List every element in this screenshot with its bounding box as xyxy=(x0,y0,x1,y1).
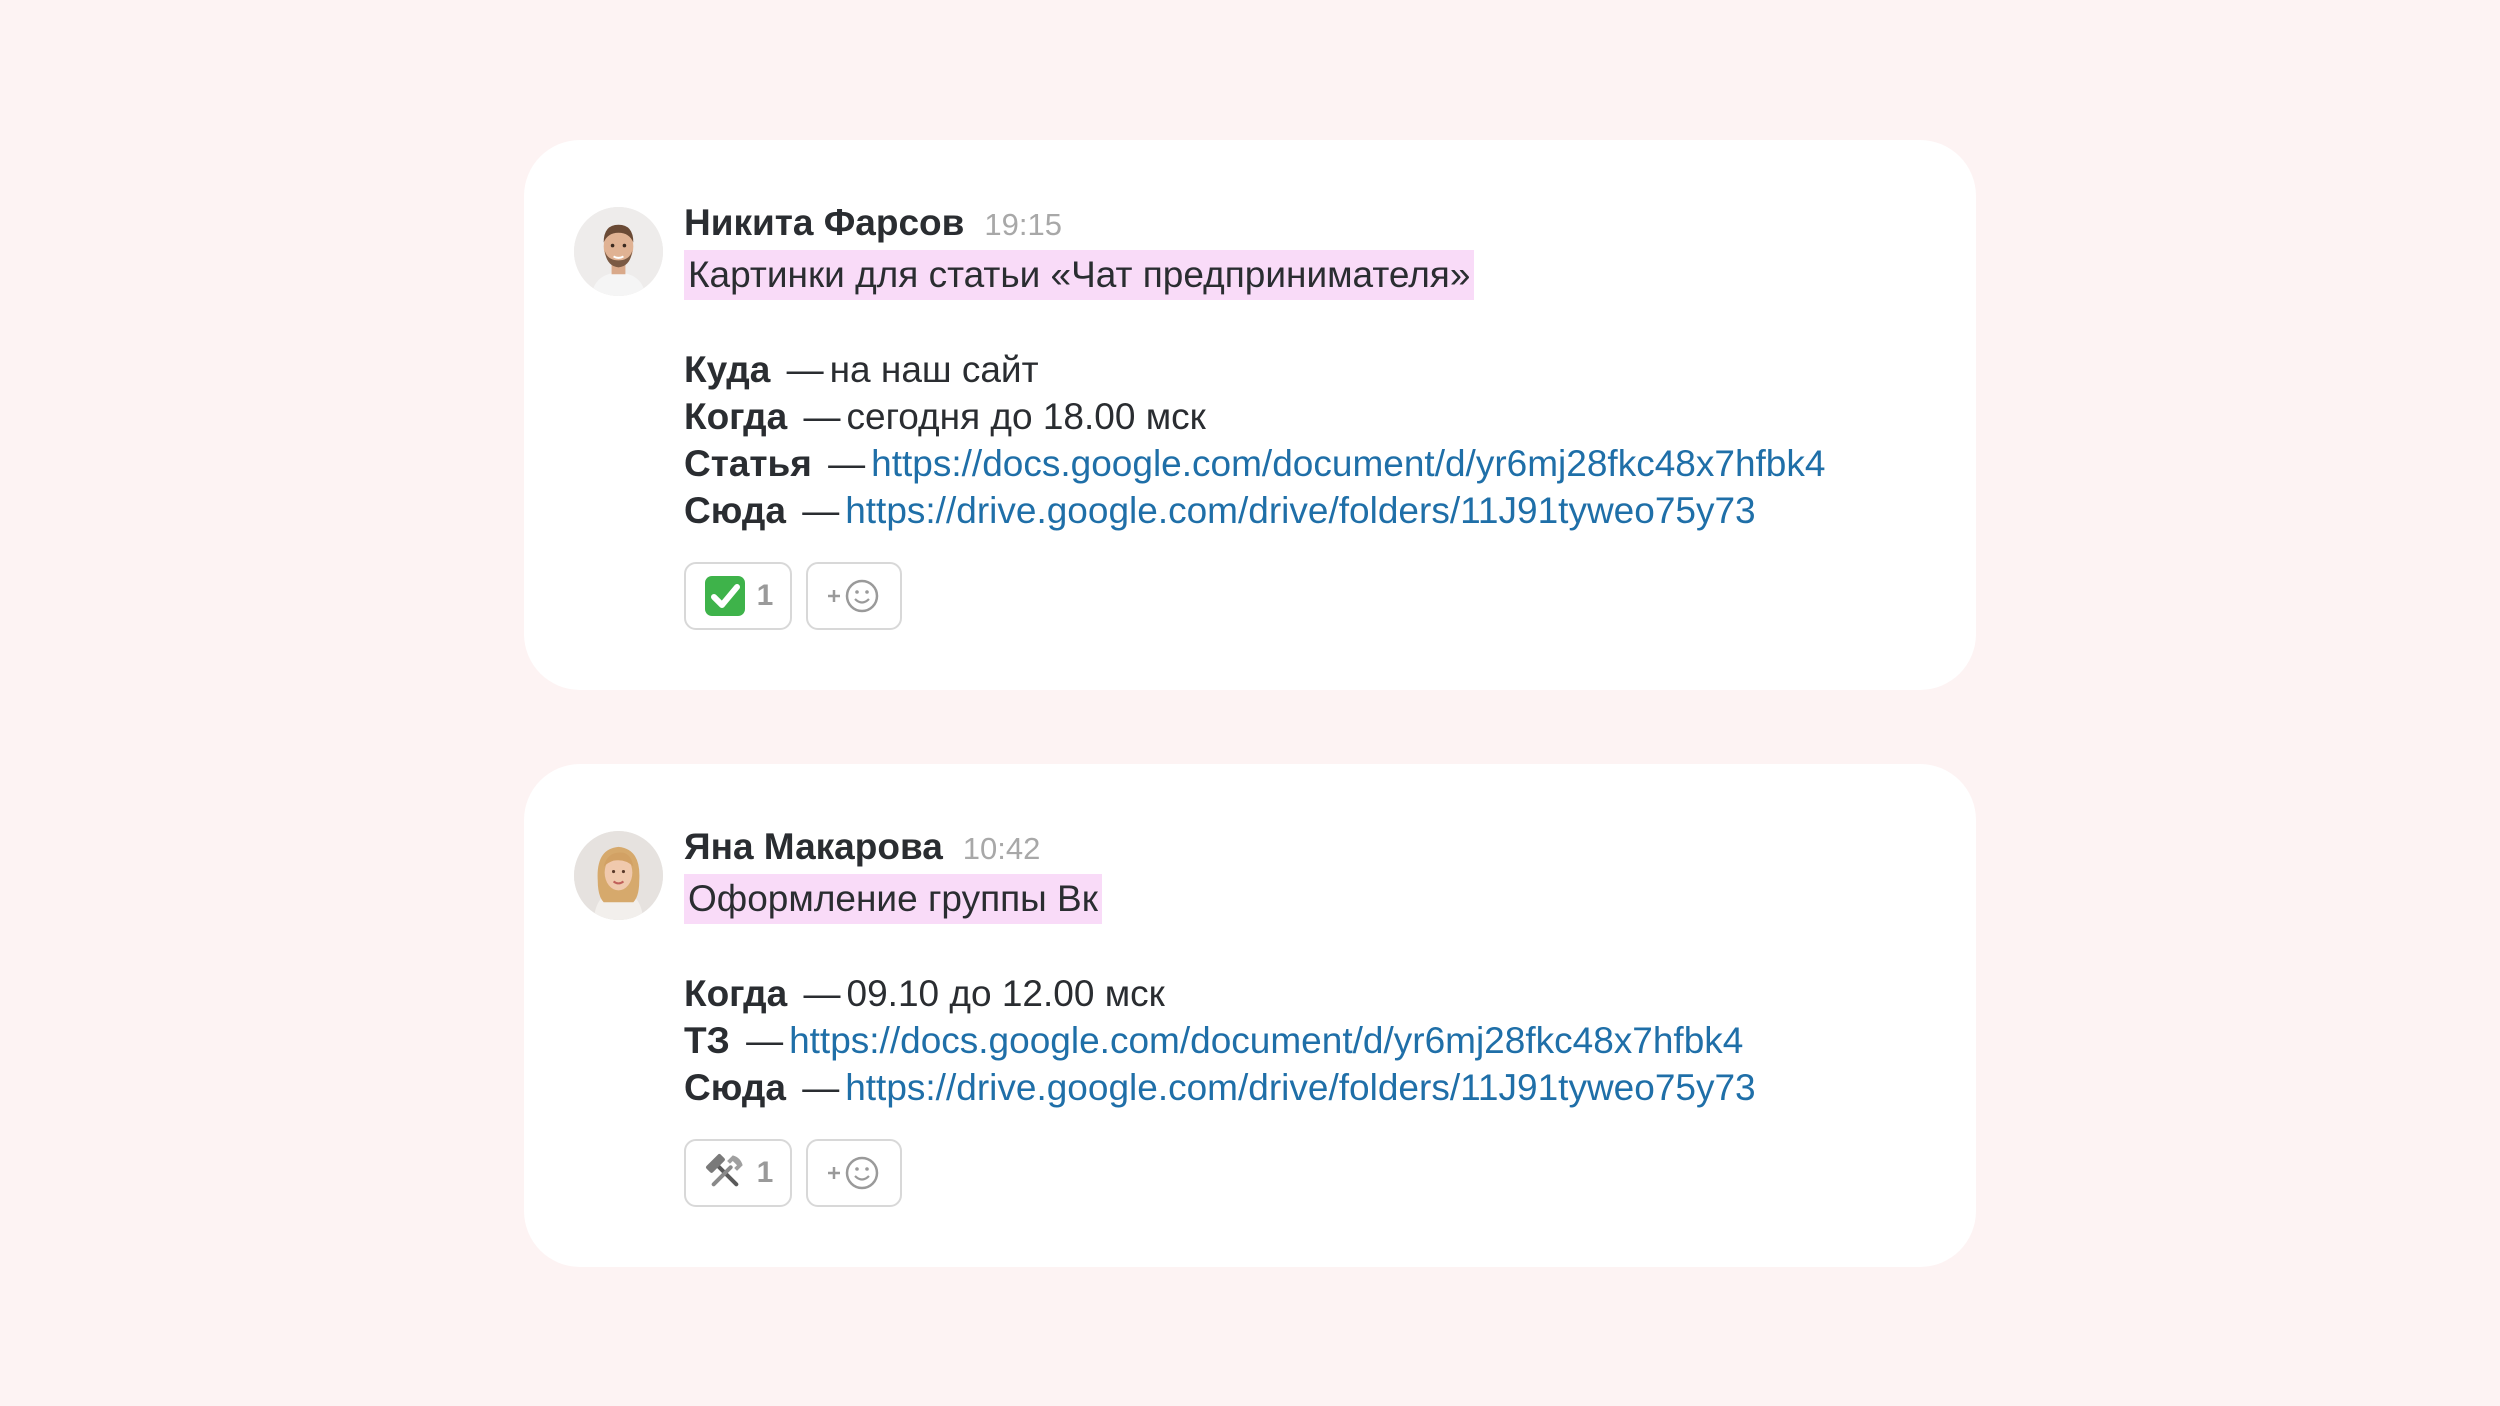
detail-value: сегодня до 18.00 мск xyxy=(846,396,1206,437)
message-time[interactable]: 10:42 xyxy=(963,831,1041,867)
detail-value: 09.10 до 12.00 мск xyxy=(846,973,1165,1014)
message-time[interactable]: 19:15 xyxy=(984,207,1062,243)
author-name[interactable]: Никита Фарсов xyxy=(684,202,964,244)
document-link[interactable]: https://docs.google.com/document/d/yr6mj… xyxy=(789,1020,1743,1061)
reaction-count: 1 xyxy=(756,1156,774,1189)
avatar[interactable] xyxy=(574,207,663,296)
author-name[interactable]: Яна Макарова xyxy=(684,826,943,868)
detail-line-when: Когда — сегодня до 18.00 мск xyxy=(684,393,1936,440)
separator: — xyxy=(802,1067,840,1108)
message-subject: Картинки для статьи «Чат предпринимателя… xyxy=(684,250,1475,300)
avatar[interactable] xyxy=(574,831,663,920)
reaction-tools-button[interactable]: 1 xyxy=(684,1139,792,1207)
avatar-man-icon xyxy=(574,207,663,296)
detail-line-article: Статья — https://docs.google.com/document… xyxy=(684,440,1936,487)
separator: — xyxy=(803,973,841,1014)
separator: — xyxy=(802,490,840,531)
message-details: Куда — на наш сайт Когда — сегодня до 18.0… xyxy=(684,346,1936,534)
reactions-bar: 1 xyxy=(684,562,1936,630)
separator: — xyxy=(803,396,841,437)
detail-label: Когда xyxy=(684,973,788,1014)
hammer-and-wrench-icon xyxy=(705,1154,743,1187)
message-card: Никита Фарсов 19:15 Картинки для статьи … xyxy=(524,140,1976,690)
folder-link[interactable]: https://drive.google.com/drive/folders/1… xyxy=(845,1067,1755,1108)
avatar-woman-icon xyxy=(574,831,663,920)
reactions-bar: 1 xyxy=(684,1139,1936,1207)
detail-label: Статья xyxy=(684,443,812,484)
detail-label: Сюда xyxy=(684,1067,786,1108)
detail-label: ТЗ xyxy=(684,1020,730,1061)
detail-line-here: Сюда — https://drive.google.com/drive/fol… xyxy=(684,1064,1936,1111)
message-card: Яна Макарова 10:42 Оформление группы Вк … xyxy=(524,764,1976,1267)
separator: — xyxy=(786,349,824,390)
detail-label: Куда xyxy=(684,349,771,390)
add-emoji-icon xyxy=(828,579,879,613)
add-reaction-button[interactable] xyxy=(806,1139,902,1207)
detail-label: Сюда xyxy=(684,490,786,531)
check-mark-icon xyxy=(704,576,745,616)
reaction-count: 1 xyxy=(756,579,774,612)
detail-line-here: Сюда — https://drive.google.com/drive/fol… xyxy=(684,487,1936,534)
detail-line-where: Куда — на наш сайт xyxy=(684,346,1936,393)
separator: — xyxy=(746,1020,784,1061)
message-subject: Оформление группы Вк xyxy=(684,874,1102,924)
separator: — xyxy=(828,443,866,484)
detail-value: на наш сайт xyxy=(829,349,1039,390)
add-emoji-icon xyxy=(828,1156,879,1190)
detail-label: Когда xyxy=(684,396,788,437)
document-link[interactable]: https://docs.google.com/document/d/yr6mj… xyxy=(871,443,1825,484)
detail-line-when: Когда —09.10 до 12.00 мск xyxy=(684,970,1936,1017)
folder-link[interactable]: https://drive.google.com/drive/folders/1… xyxy=(845,490,1755,531)
reaction-check-button[interactable]: 1 xyxy=(684,562,792,630)
add-reaction-button[interactable] xyxy=(806,562,902,630)
detail-line-spec: ТЗ — https://docs.google.com/document/d/y… xyxy=(684,1017,1936,1064)
message-details: Когда —09.10 до 12.00 мск ТЗ — https://do… xyxy=(684,970,1936,1111)
